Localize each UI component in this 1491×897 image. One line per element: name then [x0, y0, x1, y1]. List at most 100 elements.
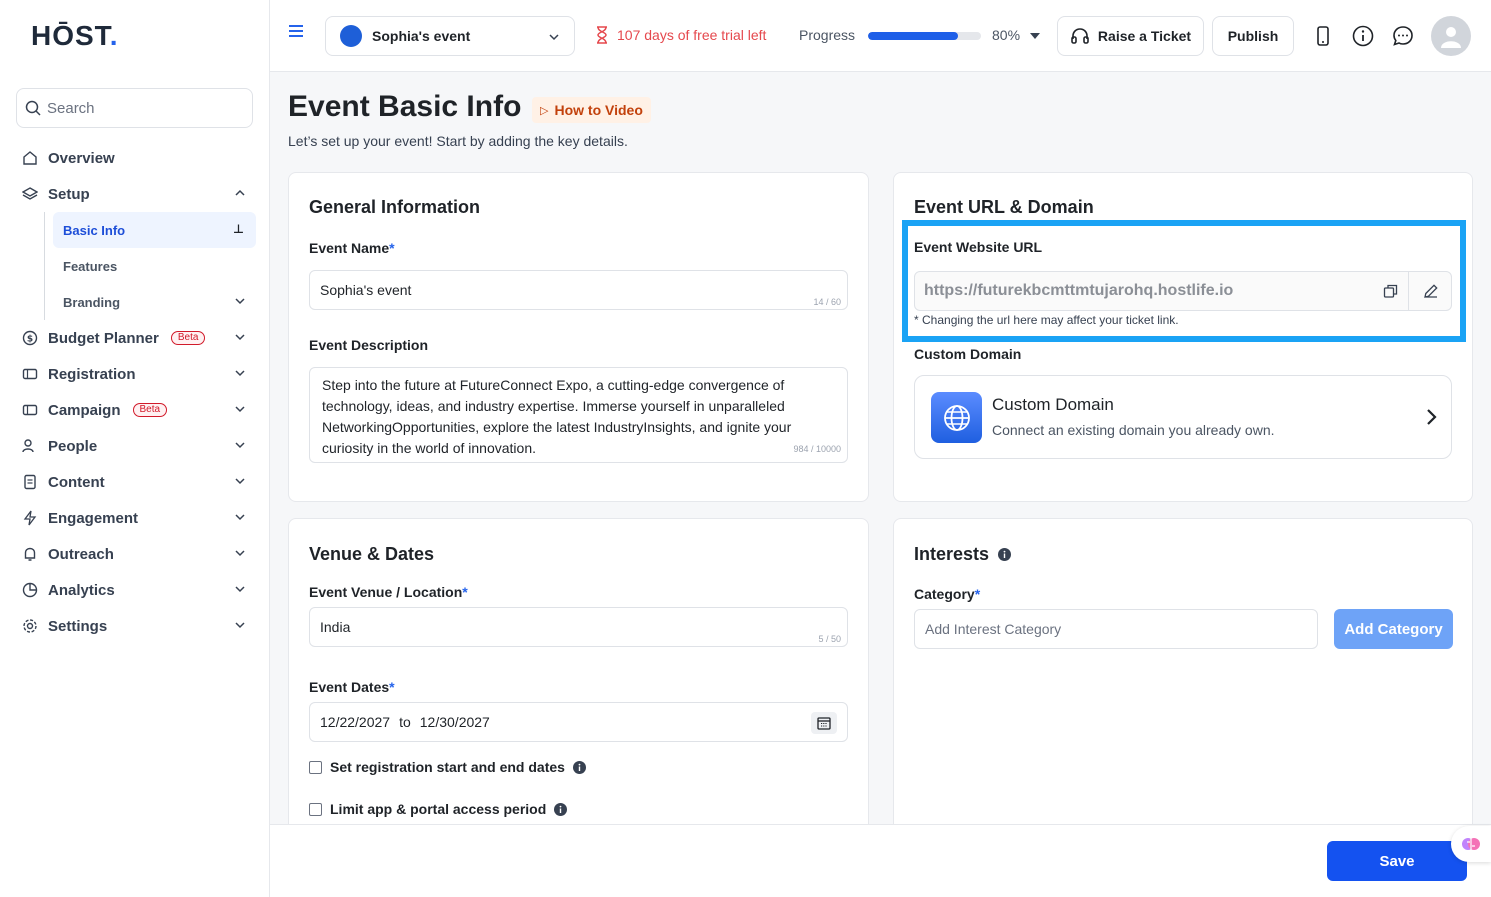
event-dates-label: Event Dates* [309, 679, 395, 695]
caret-down-icon[interactable] [1030, 33, 1040, 39]
progress-bar [868, 32, 981, 40]
sidebar-item-setup[interactable]: Setup [16, 176, 256, 212]
ticket-icon [21, 365, 39, 383]
page-title: Event Basic Info [288, 90, 522, 123]
sidebar-item-label: People [48, 437, 98, 455]
info-icon[interactable] [554, 802, 568, 816]
chevron-down-icon [235, 442, 245, 449]
beta-badge: Beta [132, 403, 168, 417]
sidebar-item-branding[interactable]: Branding [53, 284, 256, 320]
gear-icon [21, 617, 39, 635]
raise-ticket-button[interactable]: Raise a Ticket [1057, 16, 1204, 56]
event-selector[interactable]: Sophia's event [325, 16, 575, 56]
add-category-button[interactable]: Add Category [1334, 609, 1453, 649]
home-icon [21, 149, 39, 167]
publish-button[interactable]: Publish [1212, 16, 1294, 56]
calendar-icon[interactable] [811, 712, 837, 734]
registration-dates-checkbox[interactable] [309, 760, 322, 774]
end-date-value: 12/30/2027 [419, 714, 490, 730]
how-to-video-label: How to Video [554, 102, 643, 118]
info-icon[interactable] [1352, 25, 1374, 47]
sidebar-item-content[interactable]: Content [16, 464, 256, 500]
campaign-icon [21, 401, 39, 419]
info-icon[interactable] [998, 548, 1012, 561]
progress-value: 80% [992, 27, 1021, 43]
info-icon[interactable] [572, 760, 586, 774]
chevron-down-icon [549, 34, 559, 41]
save-button[interactable]: Save [1327, 841, 1467, 881]
sidebar-item-budget-planner[interactable]: $ Budget Planner Beta [16, 320, 256, 356]
sidebar-item-label: Registration [48, 365, 136, 383]
sidebar-item-label: Features [63, 258, 118, 274]
general-info-card: General Information Event Name* Sophia's… [288, 172, 869, 502]
registration-dates-option[interactable]: Set registration start and end dates [309, 759, 586, 775]
interests-title: Interests [914, 544, 990, 564]
custom-domain-card[interactable]: Custom Domain Connect an existing domain… [914, 375, 1452, 459]
page-subtitle: Let’s set up your event! Start by adding… [288, 133, 628, 149]
chevron-down-icon [235, 298, 245, 305]
play-icon: ▷ [540, 104, 549, 117]
sidebar-item-people[interactable]: People [16, 428, 256, 464]
how-to-video-link[interactable]: ▷ How to Video [532, 97, 651, 123]
search-input[interactable]: Search [16, 88, 253, 128]
category-input[interactable]: Add Interest Category [914, 609, 1318, 649]
card-title: General Information [309, 197, 481, 217]
sidebar-item-label: Setup [48, 185, 90, 203]
sidebar-item-settings[interactable]: Settings [16, 608, 256, 644]
event-name-label: Event Name* [309, 240, 395, 256]
people-icon [21, 437, 39, 455]
chevron-down-icon [235, 586, 245, 593]
mobile-preview-icon[interactable] [1312, 25, 1334, 47]
custom-domain-label: Custom Domain [914, 346, 1022, 362]
chevron-down-icon [235, 478, 245, 485]
event-description-label: Event Description [309, 337, 429, 353]
card-title: Interests [914, 544, 1012, 565]
venue-label: Event Venue / Location* [309, 584, 468, 600]
limit-access-checkbox[interactable] [309, 802, 322, 816]
pie-chart-icon [21, 581, 39, 599]
sidebar-item-features[interactable]: Features [53, 248, 256, 284]
venue-field[interactable]: India 5 / 50 [309, 607, 848, 647]
venue-value: India [320, 619, 351, 635]
beta-badge: Beta [170, 331, 206, 345]
publish-label: Publish [1227, 28, 1279, 44]
sidebar-item-registration[interactable]: Registration [16, 356, 256, 392]
pin-icon[interactable]: ⊥ [233, 222, 244, 236]
event-name-field[interactable]: Sophia's event 14 / 60 [309, 270, 848, 310]
sidebar-item-campaign[interactable]: Campaign Beta [16, 392, 256, 428]
host-logo[interactable]: HŌST. [31, 20, 118, 52]
sidebar-item-engagement[interactable]: Engagement [16, 500, 256, 536]
chevron-down-icon [235, 334, 245, 341]
limit-access-option[interactable]: Limit app & portal access period [309, 801, 568, 817]
sidebar-item-label: Basic Info [63, 222, 126, 238]
chat-icon[interactable] [1392, 25, 1414, 47]
search-icon [25, 100, 41, 116]
sidebar-item-basic-info[interactable]: Basic Info ⊥ [53, 212, 256, 248]
sidebar-item-overview[interactable]: Overview [16, 140, 256, 176]
chevron-down-icon [235, 370, 245, 377]
trial-status: 107 days of free trial left [595, 26, 766, 44]
ai-assistant-button[interactable] [1451, 826, 1491, 862]
user-icon [1441, 27, 1461, 48]
event-description-field[interactable]: Step into the future at FutureConnect Ex… [309, 367, 848, 463]
date-separator: to [399, 714, 411, 730]
footer-bar: Save [270, 824, 1491, 897]
layers-icon [21, 185, 39, 203]
limit-access-label: Limit app & portal access period [330, 801, 547, 817]
sidebar-item-label: Outreach [48, 545, 114, 563]
event-selector-value: Sophia's event [372, 28, 471, 44]
event-logo-icon [340, 25, 362, 47]
chevron-down-icon [235, 622, 245, 629]
avatar[interactable] [1431, 16, 1471, 56]
sidebar-item-analytics[interactable]: Analytics [16, 572, 256, 608]
chevron-right-icon [1427, 409, 1437, 425]
hamburger-menu-icon[interactable] [288, 24, 304, 38]
category-label: Category* [914, 586, 981, 602]
sidebar: HŌST. Search Overview Setup Basic Info ⊥… [0, 0, 270, 897]
sidebar-item-outreach[interactable]: Outreach [16, 536, 256, 572]
event-dates-field[interactable]: 12/22/2027 to 12/30/2027 [309, 702, 848, 742]
document-icon [21, 473, 39, 491]
sidebar-item-label: Content [48, 473, 105, 491]
card-title: Event URL & Domain [914, 197, 1094, 217]
custom-domain-description: Connect an existing domain you already o… [992, 422, 1275, 438]
